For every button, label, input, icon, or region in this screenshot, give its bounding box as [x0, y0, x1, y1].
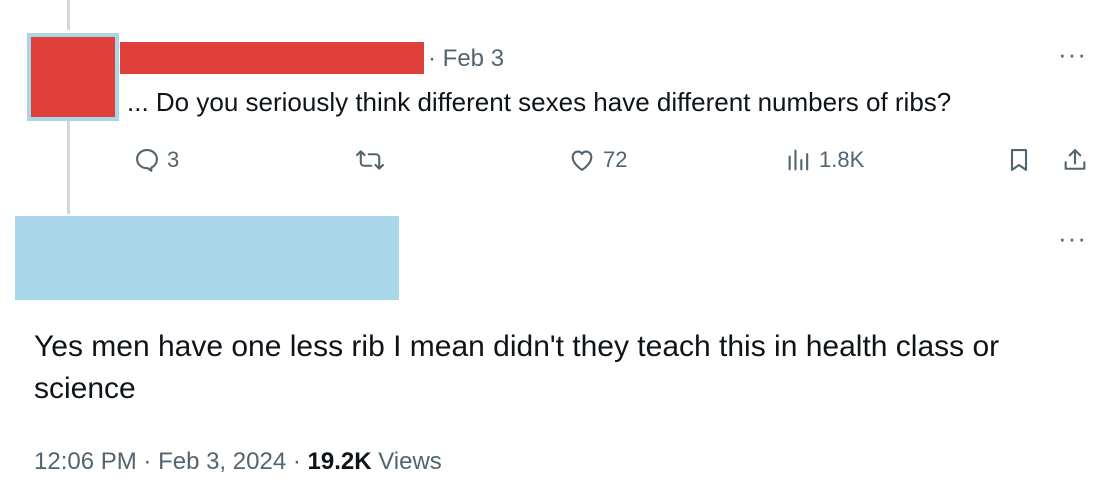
tweet-date-full[interactable]: Feb 3, 2024	[158, 448, 286, 475]
analytics-button[interactable]: 1.8K	[785, 144, 864, 176]
bookmark-button[interactable]	[1005, 144, 1033, 176]
tweet-date[interactable]: · Feb 3	[428, 44, 504, 74]
share-icon	[1061, 146, 1089, 174]
tweet-time[interactable]: 12:06 PM	[34, 448, 137, 475]
author-name-redacted[interactable]	[120, 42, 424, 74]
tweet-text: Yes men have one less rib I mean didn't …	[34, 330, 1000, 405]
like-count: 72	[603, 147, 628, 172]
tweet-date-text[interactable]: Feb 3	[443, 45, 504, 72]
tweet-text: ... Do you seriously think different sex…	[127, 87, 952, 117]
retweet-button[interactable]	[355, 144, 385, 176]
more-icon[interactable]: ···	[1058, 225, 1087, 251]
thread-line	[67, 0, 70, 30]
retweet-icon	[355, 146, 385, 174]
heart-icon	[567, 146, 597, 174]
views-label: Views	[378, 448, 442, 475]
like-button[interactable]: 72	[567, 144, 627, 176]
analytics-icon	[785, 146, 813, 174]
tweet-actions: 3 72 1.8K	[0, 144, 1108, 178]
tweet-meta: 12:06 PM · Feb 3, 2024 · 19.2K Views	[34, 448, 442, 475]
reply-count: 3	[167, 147, 180, 172]
reply-button[interactable]: 3	[133, 144, 179, 176]
share-button[interactable]	[1061, 144, 1089, 176]
author-redacted[interactable]	[15, 216, 399, 300]
more-icon[interactable]: ···	[1058, 41, 1087, 67]
avatar-redacted[interactable]	[27, 33, 119, 121]
views-count[interactable]: 19.2K	[308, 448, 372, 475]
tweet-thread: · Feb 3 ··· ... Do you seriously think d…	[0, 0, 1108, 492]
reply-icon	[133, 146, 161, 174]
view-count: 1.8K	[819, 147, 865, 172]
bookmark-icon	[1005, 146, 1033, 174]
